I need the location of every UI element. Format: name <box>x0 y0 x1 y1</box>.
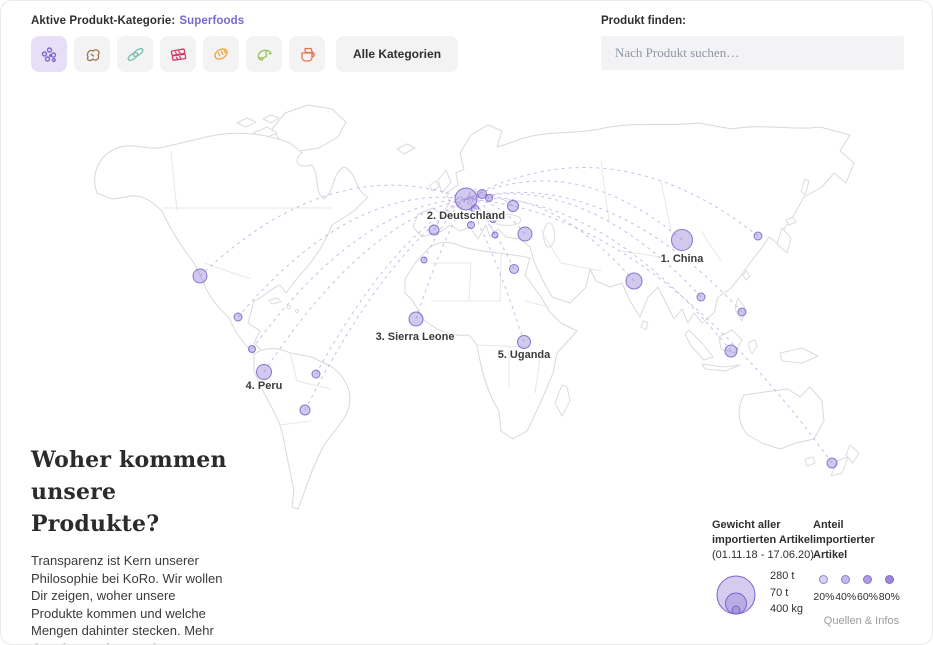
origin-bubble[interactable] <box>492 232 498 238</box>
category-button-jar[interactable] <box>289 36 325 72</box>
berries-icon <box>39 44 59 64</box>
seeds-icon <box>125 44 145 64</box>
origin-bubble[interactable] <box>754 232 762 240</box>
share-step-dot <box>863 575 872 584</box>
landmass-uk <box>438 170 451 193</box>
origin-bubble[interactable] <box>468 222 475 229</box>
country-label: 1. China <box>661 253 705 265</box>
origin-bubble[interactable] <box>672 230 693 251</box>
origin-bubble[interactable] <box>486 195 493 202</box>
food-journal-link[interactable]: Food Journal. <box>80 641 160 645</box>
all-categories-button[interactable]: Alle Kategorien <box>336 36 458 72</box>
active-category-line: Aktive Produkt-Kategorie: Superfoods <box>31 15 458 27</box>
category-button-croissant[interactable] <box>246 36 282 72</box>
share-step-label: 20% <box>813 591 834 603</box>
share-step-dot <box>819 575 828 584</box>
category-button-nuts[interactable] <box>74 36 110 72</box>
share-step: 80% <box>878 575 900 603</box>
origin-bubble[interactable] <box>300 405 310 415</box>
landmass-new-zealand <box>846 445 859 463</box>
koro-origin-map-page: 1. China 2. Deutschland 3. Sierra Leone 4. … <box>0 0 933 645</box>
share-step-label: 40% <box>835 591 856 603</box>
legend-share-title: Anteil importierter Artikel <box>813 518 908 563</box>
country-label: 4. Peru <box>246 380 283 392</box>
origin-bubble[interactable] <box>508 201 519 212</box>
landmass-north-america <box>95 133 368 354</box>
page-title: Woher kommenunsere Produkte? <box>31 444 236 540</box>
origin-bubble[interactable] <box>421 257 427 263</box>
origin-bubble[interactable] <box>510 265 519 274</box>
header-left: Aktive Produkt-Kategorie: Superfoods <box>31 15 458 72</box>
weight-label-medium: 70 t <box>770 587 803 599</box>
jar-icon <box>297 44 317 64</box>
share-step-dot <box>885 575 894 584</box>
origin-bubble[interactable] <box>257 365 272 380</box>
origin-bubble[interactable] <box>249 346 256 353</box>
country-label: 5. Uganda <box>498 349 551 361</box>
share-step-label: 60% <box>857 591 878 603</box>
croissant-icon <box>254 44 274 64</box>
category-button-bars[interactable] <box>160 36 196 72</box>
intro-paragraph: Transparenz ist Kern unserer Philosophie… <box>31 552 229 645</box>
country-label: 2. Deutschland <box>427 210 505 222</box>
share-step-label: 80% <box>879 591 900 603</box>
origin-bubble[interactable] <box>725 345 737 357</box>
nuts-icon <box>82 44 102 64</box>
dried-fruit-icon <box>211 44 231 64</box>
category-buttons-row: Alle Kategorien <box>31 36 458 72</box>
search-input[interactable] <box>601 36 904 70</box>
share-step: 20% <box>813 575 835 603</box>
header-search: Produkt finden: <box>601 15 904 70</box>
weight-label-small: 400 kg <box>770 603 803 615</box>
weight-scale-circles <box>712 569 760 617</box>
category-button-seeds[interactable] <box>117 36 153 72</box>
landmass-madagascar <box>555 385 570 416</box>
legend-share: Anteil importierter Artikel 20%40%60%80% <box>813 518 908 603</box>
origin-bubble[interactable] <box>193 269 207 283</box>
origin-bubble[interactable] <box>626 273 642 289</box>
share-step: 40% <box>835 575 857 603</box>
sources-link[interactable]: Quellen & Infos <box>824 615 899 627</box>
origin-bubble[interactable] <box>827 458 837 468</box>
search-label: Produkt finden: <box>601 15 904 27</box>
landmass-australia <box>739 387 824 449</box>
weight-label-large: 280 t <box>770 570 803 582</box>
bars-icon <box>168 44 188 64</box>
share-step-dot <box>841 575 850 584</box>
origin-bubble[interactable] <box>312 370 320 378</box>
origin-bubble[interactable] <box>409 312 423 326</box>
category-button-dried-fruit[interactable] <box>203 36 239 72</box>
origin-bubble[interactable] <box>697 293 705 301</box>
origin-bubble[interactable] <box>738 308 746 316</box>
share-scale-row: 20%40%60%80% <box>813 575 908 603</box>
origin-bubble[interactable] <box>429 225 439 235</box>
active-category-value[interactable]: Superfoods <box>179 15 244 27</box>
origin-bubble[interactable] <box>518 227 532 241</box>
intro-block: Woher kommenunsere Produkte? Transparenz… <box>31 444 236 645</box>
origin-bubble[interactable] <box>518 336 531 349</box>
origin-bubble[interactable] <box>234 313 242 321</box>
share-step: 60% <box>857 575 879 603</box>
weight-scale-labels: 280 t 70 t 400 kg <box>770 570 803 617</box>
category-button-superfoods[interactable] <box>31 36 67 72</box>
active-category-label: Aktive Produkt-Kategorie: <box>31 15 175 27</box>
country-label: 3. Sierra Leone <box>376 331 455 343</box>
